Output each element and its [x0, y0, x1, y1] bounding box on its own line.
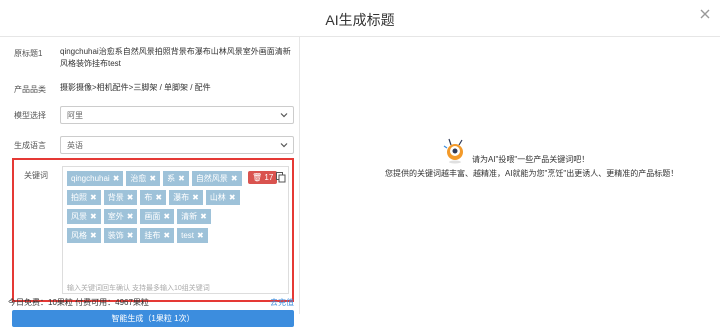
chevron-down-icon — [279, 110, 289, 120]
keyword-tag-label: 治愈 — [130, 174, 147, 183]
keyword-tag: 挂布 ✖ — [140, 228, 175, 243]
clear-keywords-button[interactable]: 🗑 17 — [248, 171, 278, 184]
keyword-tag-label: qingchuhai — [71, 174, 110, 183]
dialog-title: AI生成标题 — [325, 12, 395, 28]
keyword-tag-label: 布 — [144, 193, 153, 202]
keyword-tag-label: 画面 — [144, 212, 161, 221]
language-select-value: 英语 — [67, 141, 83, 150]
copy-icon[interactable] — [276, 172, 286, 183]
keyword-tag-label: 风景 — [71, 212, 87, 221]
remove-tag-icon[interactable]: ✖ — [113, 174, 120, 183]
keyword-tag: 山林 ✖ — [205, 190, 240, 205]
keyword-tag-label: 拍照 — [71, 193, 87, 202]
keyword-tag: test ✖ — [177, 228, 208, 243]
remove-tag-icon[interactable]: ✖ — [192, 193, 199, 202]
keyword-tag: 风格 ✖ — [67, 228, 101, 243]
remove-tag-icon[interactable]: ✖ — [155, 193, 162, 202]
remove-tag-icon[interactable]: ✖ — [90, 193, 97, 202]
keywords-input-area[interactable]: qingchuhai ✖ 治愈 ✖ 系 ✖ 自然风景 ✖拍照 ✖ 背景 ✖ 布 ✖ 瀑布 ✖ 山林 ✖风景 ✖ 室外… — [62, 166, 289, 294]
language-select[interactable]: 英语 — [60, 136, 294, 154]
category-value: 摄影摄像>相机配件>三脚架 / 单脚架 / 配件 — [60, 83, 211, 92]
remove-tag-icon[interactable]: ✖ — [163, 212, 170, 221]
keyword-tag: 瀑布 ✖ — [169, 190, 203, 205]
language-label: 生成语言 — [14, 141, 46, 150]
keyword-tag-label: 风格 — [71, 231, 87, 240]
mascot-icon — [443, 137, 467, 165]
keyword-tag: 室外 ✖ — [103, 209, 138, 224]
keyword-tag: 治愈 ✖ — [126, 171, 161, 186]
keywords-hint: 输入关键词回车确认 支持最多输入10组关键词 — [67, 285, 210, 292]
keyword-tag-list: qingchuhai ✖ 治愈 ✖ 系 ✖ 自然风景 ✖拍照 ✖ 背景 ✖ 布 ✖ 瀑布 ✖ 山林 ✖风景 ✖ 室外… — [67, 171, 245, 247]
keyword-tag: 拍照 ✖ — [67, 190, 101, 205]
recharge-link[interactable]: 去充值 — [270, 297, 294, 308]
keyword-tag: 装饰 ✖ — [103, 228, 138, 243]
keyword-tag: qingchuhai ✖ — [67, 171, 124, 186]
close-icon[interactable] — [698, 8, 712, 22]
model-select-value: 阿里 — [67, 111, 83, 120]
keyword-tag-label: 系 — [167, 174, 176, 183]
keyword-tag-label: 自然风景 — [195, 174, 228, 183]
remove-tag-icon[interactable]: ✖ — [127, 212, 134, 221]
keyword-tag: 画面 ✖ — [140, 209, 175, 224]
chevron-down-icon — [279, 140, 289, 150]
keyword-tag-label: test — [181, 231, 195, 240]
keyword-tag-label: 山林 — [209, 193, 226, 202]
keyword-tag: 系 ✖ — [163, 171, 189, 186]
keyword-tag-label: 清新 — [181, 212, 198, 221]
remove-tag-icon[interactable]: ✖ — [178, 174, 185, 183]
remove-tag-icon[interactable]: ✖ — [197, 231, 204, 240]
keyword-count: 17 — [264, 173, 274, 182]
model-select[interactable]: 阿里 — [60, 106, 294, 124]
remove-tag-icon[interactable]: ✖ — [90, 231, 97, 240]
keyword-tag: 风景 ✖ — [67, 209, 101, 224]
keyword-tag: 背景 ✖ — [103, 190, 138, 205]
keyword-tag-label: 室外 — [107, 212, 124, 221]
model-label: 模型选择 — [14, 111, 46, 120]
category-label: 产品品类 — [14, 85, 46, 94]
left-form-panel: 原标题1 qingchuhai治愈系自然风景拍照背景布瀑布山林风景室外画面清新风… — [0, 36, 300, 327]
keyword-tag-label: 装饰 — [107, 231, 124, 240]
keyword-tag: 清新 ✖ — [177, 209, 211, 224]
trash-icon: 🗑 — [252, 173, 263, 182]
keyword-tag: 自然风景 ✖ — [191, 171, 242, 186]
remove-tag-icon[interactable]: ✖ — [163, 231, 170, 240]
original-title-value: qingchuhai治愈系自然风景拍照背景布瀑布山林风景室外画面清新风格装饰挂布… — [60, 47, 291, 68]
remove-tag-icon[interactable]: ✖ — [231, 174, 238, 183]
empty-message-line2: 您提供的关键词越丰富、越精准，AI就能为您"烹饪"出更诱人、更精准的产品标题！ — [385, 169, 679, 178]
keyword-tag-label: 瀑布 — [173, 193, 190, 202]
ai-title-dialog: AI生成标题 原标题1 qingchuhai治愈系自然风景拍照背景布瀑布山林风景… — [0, 0, 720, 327]
keyword-tag: 布 ✖ — [140, 190, 167, 205]
remove-tag-icon[interactable]: ✖ — [229, 193, 236, 202]
original-title-label: 原标题1 — [14, 49, 43, 58]
empty-message-line1: 请为AI"投喂"一些产品关键词吧！ — [472, 155, 590, 164]
generate-button[interactable]: 智能生成（1果粒 1次） — [12, 310, 294, 327]
remove-tag-icon[interactable]: ✖ — [127, 193, 134, 202]
keyword-tag-label: 挂布 — [144, 231, 161, 240]
remove-tag-icon[interactable]: ✖ — [127, 231, 134, 240]
quota-text: 今日免费：10果粒 付费可用：4967果粒 — [8, 298, 149, 307]
keywords-section: 关键词 qingchuhai ✖ 治愈 ✖ 系 ✖ 自然风景 ✖拍照 ✖ 背景 ✖ 布 ✖ 瀑布 ✖ 山林 ✖风… — [12, 158, 294, 302]
remove-tag-icon[interactable]: ✖ — [149, 174, 156, 183]
keywords-label: 关键词 — [24, 171, 48, 180]
remove-tag-icon[interactable]: ✖ — [90, 212, 97, 221]
keyword-tag-label: 背景 — [107, 193, 124, 202]
remove-tag-icon[interactable]: ✖ — [200, 212, 207, 221]
